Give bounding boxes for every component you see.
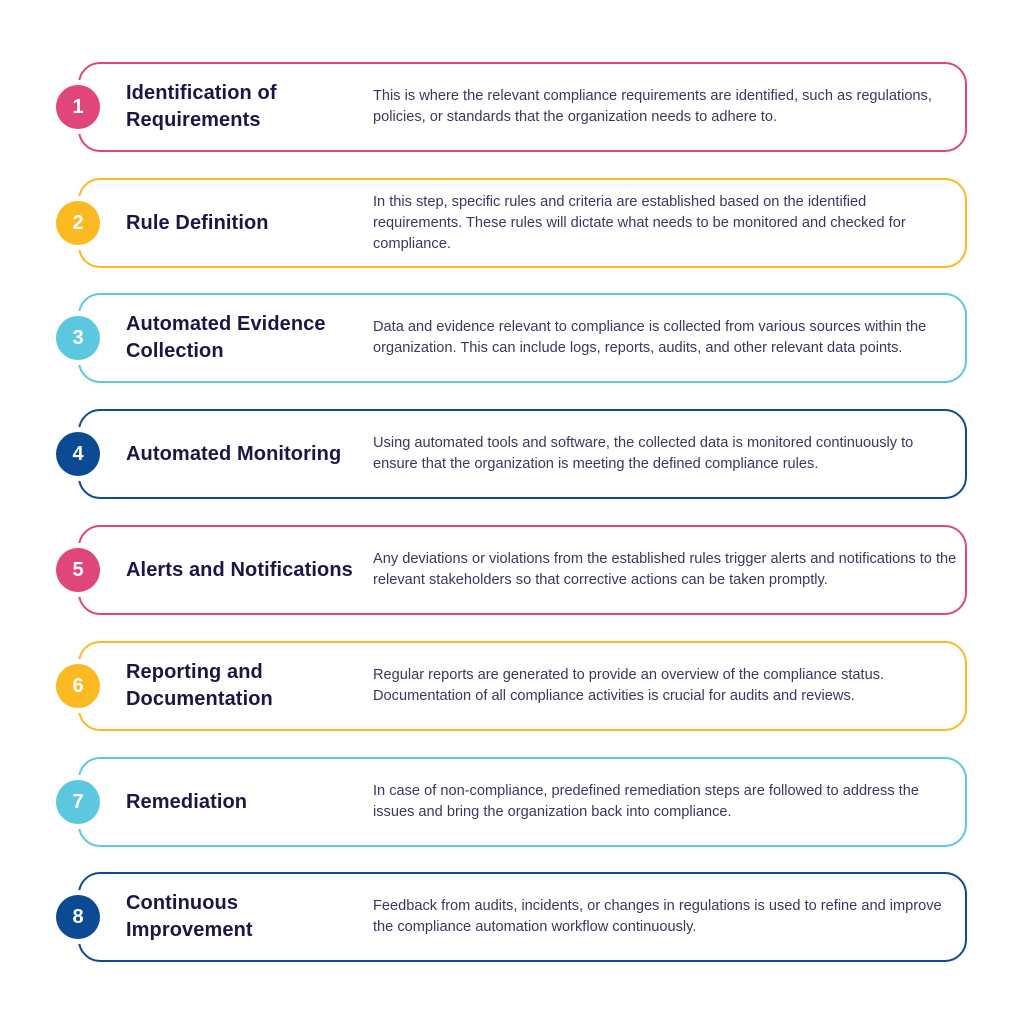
step-5: 5 Alerts and Notifications Any deviation… bbox=[56, 525, 969, 617]
step-title: Alerts and Notifications bbox=[126, 558, 353, 581]
step-title: Rule Definition bbox=[126, 211, 269, 234]
step-8: 8 Continuous Improvement Feedback from a… bbox=[56, 872, 969, 964]
step-3: 3 Automated Evidence Collection Data and… bbox=[56, 293, 969, 385]
step-description: In this step, specific rules and criteri… bbox=[373, 193, 906, 252]
step-title: Remediation bbox=[126, 790, 248, 813]
step-number-badge: 8 bbox=[56, 895, 100, 939]
step-title: Reporting and Documentation bbox=[126, 661, 273, 710]
step-4: 4 Automated Monitoring Using automated t… bbox=[56, 409, 969, 501]
step-description: Any deviations or violations from the es… bbox=[373, 551, 957, 588]
step-number-badge: 7 bbox=[56, 780, 100, 824]
step-number-badge: 3 bbox=[56, 316, 100, 360]
step-title: Automated Monitoring bbox=[126, 442, 342, 465]
step-1: 1 Identification of Requirements This is… bbox=[56, 62, 969, 154]
step-number-badge: 5 bbox=[56, 548, 100, 592]
step-number-badge: 4 bbox=[56, 432, 100, 476]
step-description: Data and evidence relevant to compliance… bbox=[373, 319, 927, 356]
step-description: This is where the relevant compliance re… bbox=[373, 88, 932, 125]
step-number-badge: 6 bbox=[56, 664, 100, 708]
step-title: Continuous Improvement bbox=[126, 892, 253, 941]
step-title: Automated Evidence Collection bbox=[126, 313, 326, 362]
step-2: 2 Rule Definition In this step, specific… bbox=[56, 178, 969, 270]
step-description: Using automated tools and software, the … bbox=[373, 435, 914, 472]
step-number-badge: 2 bbox=[56, 201, 100, 245]
step-description: In case of non-compliance, predefined re… bbox=[373, 783, 919, 820]
step-number-badge: 1 bbox=[56, 85, 100, 129]
step-7: 7 Remediation In case of non-compliance,… bbox=[56, 757, 969, 849]
step-description: Feedback from audits, incidents, or chan… bbox=[373, 898, 942, 935]
step-description: Regular reports are generated to provide… bbox=[373, 667, 885, 704]
step-6: 6 Reporting and Documentation Regular re… bbox=[56, 641, 969, 733]
step-title: Identification of Requirements bbox=[126, 82, 277, 131]
